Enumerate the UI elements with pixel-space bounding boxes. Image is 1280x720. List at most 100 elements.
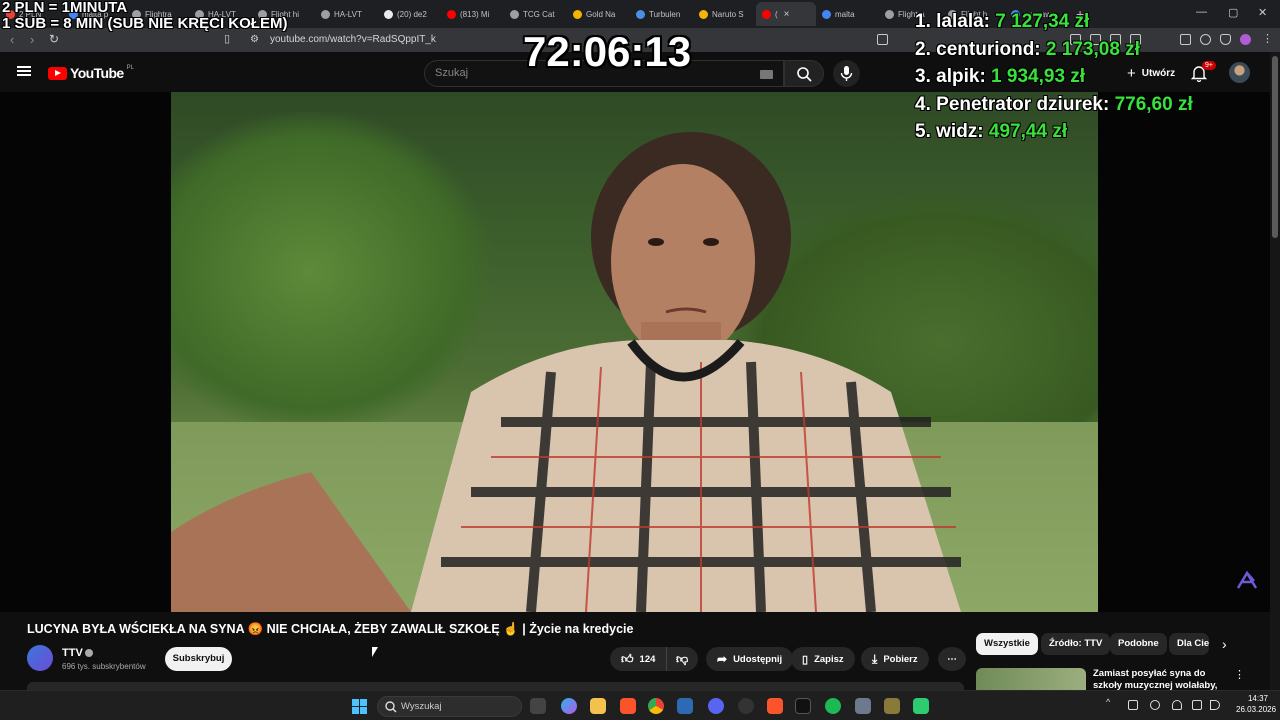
menu-icon[interactable]: ⋮	[1262, 32, 1273, 45]
browser-tab[interactable]: malta	[816, 3, 879, 25]
download-icon: ⤓	[872, 651, 878, 666]
copilot-icon[interactable]	[561, 698, 577, 714]
bookmark-icon[interactable]: ▯	[224, 32, 230, 45]
site-info-icon[interactable]: ⚙	[250, 34, 259, 45]
taskbar-search[interactable]: Wyszukaj	[377, 696, 522, 717]
browser-tab[interactable]: (813) Mi	[441, 3, 504, 25]
leaderboard-amount: 2 173,08 zł	[1045, 38, 1140, 60]
extension-icon[interactable]	[1200, 34, 1211, 45]
chip-source[interactable]: Źródło: TTV	[1041, 633, 1111, 655]
tab-favicon-icon	[447, 9, 456, 19]
back-icon[interactable]: ‹	[10, 32, 14, 47]
tray-overflow-icon[interactable]: ^	[1106, 697, 1110, 707]
tab-favicon-icon	[573, 9, 582, 19]
save-label: Zapisz	[814, 653, 844, 665]
leaderboard-name: widz:	[936, 121, 984, 142]
clock[interactable]: 14:37 26.03.2026	[1236, 693, 1276, 715]
volume-icon[interactable]	[1210, 700, 1220, 710]
tab-close-icon[interactable]: ×	[784, 9, 790, 20]
calculator-icon[interactable]	[855, 698, 871, 714]
tab-favicon-icon	[699, 9, 708, 19]
leaderboard-row: 4. Penetrator dziurek: 776,60 zł	[915, 91, 1193, 119]
channel-avatar[interactable]	[27, 645, 53, 671]
tray-app-icon[interactable]	[1128, 700, 1138, 710]
obs-icon[interactable]	[738, 698, 754, 714]
tab-favicon-icon	[762, 9, 771, 19]
app-icon[interactable]	[795, 698, 811, 714]
voice-search-button[interactable]	[833, 60, 860, 87]
leaderboard-amount: 776,60 zł	[1114, 93, 1193, 115]
chip-similar[interactable]: Podobne	[1110, 633, 1167, 655]
like-button[interactable]: 👍︎ 124	[610, 647, 666, 671]
recommendation-menu-icon[interactable]: ⋮	[1234, 668, 1245, 681]
channel-watermark-icon[interactable]	[1234, 568, 1260, 594]
hamburger-menu-icon[interactable]	[17, 66, 31, 76]
verified-badge-icon	[85, 649, 93, 657]
browser-tab[interactable]: Naruto S	[693, 3, 756, 25]
recommendation-thumbnail[interactable]	[976, 668, 1086, 690]
windows-start-icon[interactable]	[352, 699, 367, 714]
spotify-icon[interactable]	[825, 698, 841, 714]
shield-icon[interactable]	[1220, 34, 1231, 45]
close-window-button[interactable]: ✕	[1258, 6, 1267, 19]
tab-favicon-icon	[384, 9, 393, 19]
leaderboard-amount: 497,44 zł	[988, 121, 1068, 142]
chrome-icon[interactable]	[648, 698, 664, 714]
browser-tab[interactable]: HA-LVT	[315, 3, 378, 25]
tab-favicon-icon	[510, 9, 519, 19]
youtube-wordmark: YouTube	[70, 65, 124, 81]
search-button[interactable]	[784, 60, 824, 87]
brave-icon[interactable]	[620, 698, 636, 714]
bookmark-icon: ▯	[802, 653, 809, 666]
chevron-right-icon[interactable]: ›	[1222, 636, 1227, 652]
share-label: Udostępnij	[733, 653, 783, 665]
chip-all[interactable]: Wszystkie	[976, 633, 1038, 655]
tab-label: Naruto S	[712, 9, 744, 19]
url-field[interactable]: youtube.com/watch?v=RadSQppIT_k	[270, 34, 436, 45]
video-player[interactable]	[0, 92, 1270, 612]
thumbs-down-icon: 👎︎	[676, 651, 689, 666]
youtube-logo[interactable]: YouTube PL	[48, 65, 134, 81]
leaderboard-rank: 5.	[915, 121, 931, 142]
tab-favicon-icon	[822, 9, 831, 19]
recommendation-title[interactable]: Zamiast posyłać syna do szkoły muzycznej…	[1093, 668, 1231, 690]
share-button[interactable]: ➦ Udostępnij	[706, 647, 794, 671]
more-actions-button[interactable]: ⋯	[938, 647, 966, 671]
tab-label: malta	[835, 9, 855, 19]
browser-tab-active[interactable]: (×	[756, 2, 816, 26]
user-avatar[interactable]	[1229, 62, 1250, 83]
app-icon[interactable]	[913, 698, 929, 714]
description-box[interactable]	[27, 682, 964, 690]
profile-icon[interactable]	[1240, 34, 1251, 45]
chip-for-you[interactable]: Dla Ciebie	[1169, 633, 1209, 655]
subscribe-button[interactable]: Subskrybuj	[165, 647, 232, 671]
reload-icon[interactable]: ↻	[49, 32, 59, 46]
tab-label: (	[775, 9, 778, 19]
app-icon[interactable]	[677, 698, 693, 714]
leaderboard-row: 2. centuriond: 2 173,08 zł	[915, 36, 1193, 64]
tab-favicon-icon	[636, 9, 645, 19]
task-view-icon[interactable]	[530, 698, 546, 714]
dislike-button[interactable]: 👎︎	[666, 647, 698, 671]
forward-icon[interactable]: ›	[30, 32, 34, 47]
minimize-button[interactable]: —	[1196, 6, 1207, 18]
scrollbar-thumb[interactable]	[1272, 56, 1278, 238]
save-button[interactable]: ▯ Zapisz	[791, 647, 855, 671]
cast-icon[interactable]	[877, 34, 888, 45]
browser-tab[interactable]: TCG Cat	[504, 3, 567, 25]
file-explorer-icon[interactable]	[590, 698, 606, 714]
tray-app-icon[interactable]	[1150, 700, 1160, 710]
app-icon[interactable]	[884, 698, 900, 714]
browser-tab[interactable]: (20) de2	[378, 3, 441, 25]
discord-icon[interactable]	[708, 698, 724, 714]
maximize-button[interactable]: ▢	[1228, 6, 1238, 19]
download-button[interactable]: ⤓ Pobierz	[861, 647, 929, 671]
brave-active-icon[interactable]	[767, 698, 783, 714]
leaderboard-rank: 1.	[915, 11, 931, 32]
browser-tab[interactable]: Gold Na	[567, 3, 630, 25]
channel-name[interactable]: TTV	[62, 647, 83, 659]
browser-tab[interactable]: Turbulen	[630, 3, 693, 25]
keyboard-icon[interactable]	[760, 70, 773, 79]
network-icon[interactable]	[1192, 700, 1202, 710]
microphone-icon[interactable]	[1172, 700, 1182, 710]
